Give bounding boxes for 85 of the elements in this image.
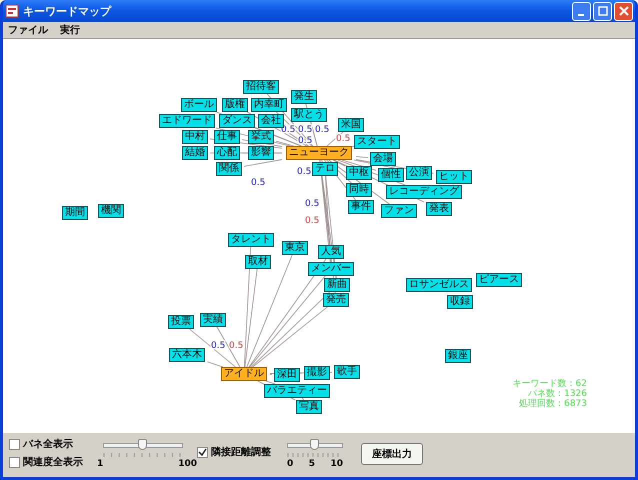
keyword-node[interactable]: 影響 [248, 146, 274, 160]
edge-weight: 0.5 [297, 167, 312, 177]
keyword-node[interactable]: テロ [312, 162, 338, 176]
edge-weight: 0.5 [336, 134, 350, 144]
keyword-node[interactable]: 歌手 [334, 365, 360, 379]
keyword-node[interactable]: 米国 [338, 118, 364, 132]
stat-text: キーワード数：62 [512, 379, 587, 389]
checkbox[interactable]: 隣接距離調整 [197, 445, 271, 459]
window-title: キーワードマップ [23, 4, 111, 18]
checkbox[interactable]: バネ全表示 [9, 437, 83, 451]
keyword-node[interactable]: 事件 [348, 200, 374, 214]
tick-label: 1 [97, 459, 104, 469]
keyword-node[interactable]: ボール [181, 98, 217, 112]
keyword-node[interactable]: 招待客 [243, 80, 279, 94]
keyword-node[interactable]: ロサンゼルス [406, 278, 472, 292]
edge-weight: 0.5 [251, 178, 266, 188]
keyword-node[interactable]: バラエティー [264, 384, 330, 398]
keyword-node[interactable]: 会場 [370, 152, 396, 166]
keyword-node[interactable]: 新曲 [324, 278, 350, 292]
keyword-node[interactable]: 六本木 [169, 348, 205, 362]
edge-weight: 0.5 [315, 125, 330, 135]
maximize-icon [598, 6, 608, 16]
keyword-node[interactable]: 発生 [291, 90, 317, 104]
keyword-node[interactable]: 会社 [258, 114, 284, 128]
keyword-node[interactable]: 投票 [168, 315, 194, 329]
keyword-node[interactable]: 心配 [214, 146, 240, 160]
keyword-node[interactable]: 公演 [406, 166, 432, 180]
keyword-node[interactable]: メンバー [308, 262, 354, 276]
keyword-node[interactable]: 中村 [182, 130, 208, 144]
stat-text: バネ数：1326 [528, 389, 587, 399]
keyword-node[interactable]: 実績 [200, 313, 226, 327]
keyword-node[interactable]: ファン [381, 204, 417, 218]
edge-weight: 0.5 [229, 341, 244, 351]
minimize-button[interactable] [572, 2, 591, 20]
menu-item[interactable]: 実行 [60, 23, 80, 37]
minimize-icon [578, 14, 584, 16]
keyword-node[interactable]: 深田 [274, 368, 300, 382]
tick-label: 100 [178, 459, 197, 469]
edge-weight: 0.5 [211, 341, 226, 351]
keyword-node[interactable]: ダンス [219, 114, 255, 128]
edge-weight: 0.5 [298, 136, 312, 146]
keyword-node[interactable]: 関係 [216, 162, 242, 176]
keyword-node[interactable]: スタート [354, 135, 400, 149]
keyword-node[interactable]: ピアース [476, 273, 522, 287]
close-icon [618, 6, 628, 16]
keyword-node[interactable]: 発売 [323, 293, 349, 307]
keyword-node[interactable]: タレント [228, 233, 274, 247]
keyword-node[interactable]: 個性 [378, 168, 404, 182]
tick-label: 0 [287, 459, 294, 469]
edge-weight: 0.5 [305, 216, 320, 226]
edge-weight: 0.5 [298, 125, 312, 135]
keyword-node[interactable]: 結婚 [182, 146, 208, 160]
keyword-node[interactable]: 取材 [245, 255, 271, 269]
keyword-node[interactable]: ニューヨーク [286, 146, 352, 160]
keyword-node[interactable]: 内幸町 [251, 98, 287, 112]
keyword-node[interactable]: アイドル [221, 367, 267, 381]
edge-weight: 0.5 [305, 199, 320, 209]
tick-label: 5 [308, 459, 315, 469]
keyword-node[interactable]: 駅とう [291, 108, 327, 122]
keyword-node[interactable]: 仕事 [214, 130, 240, 144]
keyword-node[interactable]: 期間 [62, 206, 88, 220]
keyword-node[interactable]: 銀座 [445, 349, 471, 363]
keyword-node[interactable]: 挙式 [248, 130, 274, 144]
stat-text: 処理回数：6873 [518, 399, 587, 409]
keyword-node[interactable]: ヒット [436, 170, 472, 184]
keyword-node[interactable]: レコーディング [386, 185, 462, 199]
keyword-node[interactable]: 発表 [426, 202, 452, 216]
keyword-node[interactable]: 同時 [346, 183, 372, 197]
keyword-node[interactable]: 版権 [222, 98, 248, 112]
keyword-node[interactable]: 東京 [282, 241, 308, 255]
checkbox[interactable]: 関連度全表示 [9, 455, 83, 469]
close-button[interactable] [614, 2, 633, 20]
check-icon [198, 448, 207, 456]
keyword-node[interactable]: 写真 [296, 400, 322, 414]
tick-label: 10 [330, 459, 343, 469]
keyword-node[interactable]: 中枢 [346, 166, 372, 180]
keyword-node[interactable]: 機関 [98, 204, 124, 218]
maximize-button[interactable] [593, 2, 612, 20]
keyword-node[interactable]: 収録 [447, 295, 473, 309]
keyword-node[interactable]: エドワード [159, 114, 215, 128]
menu-item[interactable]: ファイル [8, 23, 48, 37]
keyword-node[interactable]: 人気 [318, 245, 344, 259]
export-button[interactable]: 座標出力 [361, 443, 423, 465]
app-icon [5, 4, 19, 18]
keyword-node[interactable]: 撮影 [304, 366, 330, 380]
